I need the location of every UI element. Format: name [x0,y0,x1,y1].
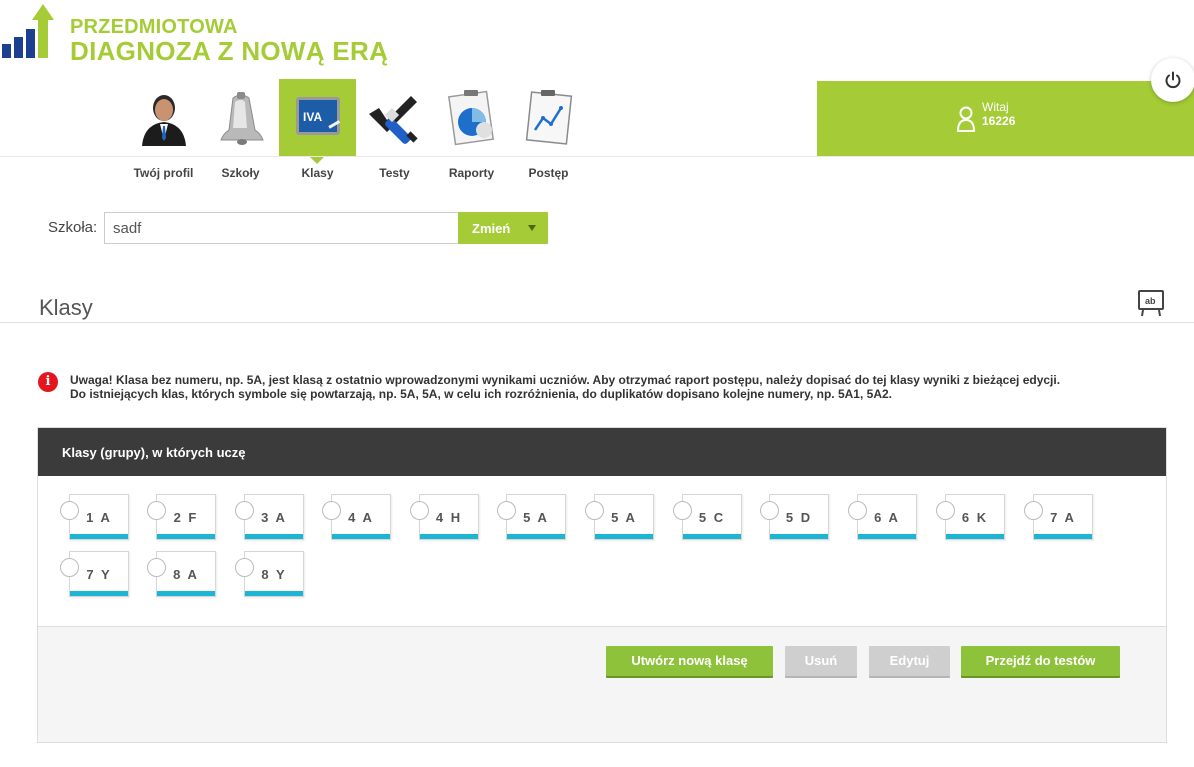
nav-item-reports[interactable]: Raporty [433,79,510,189]
class-tiles-area: 1 A 2 F 3 A 4 A 4 H 5 A 5 A 5 C 5 D 6 A … [38,476,1166,627]
class-tile[interactable]: 2 F [147,494,216,540]
progress-chart-icon [525,89,572,145]
active-nav-caret [309,156,325,164]
go-to-tests-button[interactable]: Przejdź do testów [961,646,1120,676]
class-tile[interactable]: 5 C [673,494,742,540]
edit-class-button[interactable]: Edytuj [869,646,950,676]
logo-line1: PRZEDMIOTOWA [70,16,238,38]
app-root: PRZEDMIOTOWA DIAGNOZA Z NOWĄ ERĄ Twój pr… [0,0,1194,767]
class-tile[interactable]: 5 D [760,494,829,540]
class-tile[interactable]: 4 H [410,494,479,540]
create-class-button[interactable]: Utwórz nową klasę [606,646,773,676]
nav-label-tests: Testy [379,166,410,180]
class-label: 4 H [435,510,463,525]
class-label: 3 A [261,510,287,525]
nav-item-classes[interactable]: IVA Klasy [279,79,356,189]
class-tile[interactable]: 5 A [497,494,566,540]
class-tile[interactable]: 6 A [848,494,917,540]
class-label: 5 C [698,510,726,525]
welcome-text: Witaj 16226 [982,100,1015,128]
class-tile[interactable]: 5 A [585,494,654,540]
class-label: 1 A [86,510,112,525]
user-icon [956,106,976,132]
nav-divider [0,156,1194,157]
class-tile[interactable]: 7 A [1024,494,1093,540]
class-board-icon: IVA [295,96,340,135]
welcome-box: Witaj 16226 [817,81,1194,156]
whiteboard-icon[interactable]: ab [1137,289,1165,317]
nav-label-reports: Raporty [448,166,495,180]
warning-line2: Do istniejących klas, których symbole si… [70,387,892,401]
class-tile[interactable]: 3 A [235,494,304,540]
class-label: 2 F [173,510,199,525]
nav-label-progress: Postęp [528,166,569,180]
svg-text:IVA: IVA [303,110,322,124]
class-label: 5 A [523,510,549,525]
welcome-user-id: 16226 [982,114,1016,128]
class-label: 8 Y [261,567,287,582]
logo-line2: DIAGNOZA Z NOWĄ ERĄ [70,36,389,66]
class-tile[interactable]: 7 Y [60,551,129,597]
page-title: Klasy [39,295,93,320]
change-school-button[interactable]: Zmień [458,212,548,244]
nav-label-classes: Klasy [301,166,334,180]
logout-button[interactable] [1151,58,1194,102]
nav-item-tests[interactable]: Testy [356,79,433,189]
logo-graph-icon [2,4,54,58]
class-label: 5 D [785,510,813,525]
class-label: 8 A [173,567,199,582]
power-icon [1165,71,1181,89]
nav-label-schools: Szkoły [221,166,260,180]
title-divider [0,322,1194,323]
class-label: 6 K [961,510,989,525]
profile-person-icon [141,94,186,146]
school-label: Szkoła: [48,219,98,236]
nav-item-profile[interactable]: Twój profil [125,79,202,189]
class-label: 5 A [611,510,637,525]
chevron-down-icon [528,225,536,231]
warning-line1: Uwaga! Klasa bez numeru, np. 5A, jest kl… [70,373,1061,387]
info-alert-icon: i [38,372,58,392]
delete-class-button[interactable]: Usuń [785,646,857,676]
panel-title: Klasy (grupy), w których uczę [38,428,1166,476]
nav-item-schools[interactable]: Szkoły [202,79,279,189]
change-school-label: Zmień [472,220,511,236]
classes-panel: Klasy (grupy), w których uczę 1 A 2 F 3 … [37,427,1167,743]
class-tile[interactable]: 6 K [936,494,1005,540]
class-tile[interactable]: 8 Y [235,551,304,597]
check-pen-icon [368,95,418,144]
class-label: 4 A [348,510,374,525]
class-label: 6 A [874,510,900,525]
svg-text:ab: ab [1145,296,1156,306]
nav-item-progress[interactable]: Postęp [510,79,587,189]
logo[interactable]: PRZEDMIOTOWA DIAGNOZA Z NOWĄ ERĄ [0,4,400,66]
class-tile[interactable]: 4 A [322,494,391,540]
class-tile[interactable]: 1 A [60,494,129,540]
welcome-greeting: Witaj [982,100,1009,114]
warning-message: Uwaga! Klasa bez numeru, np. 5A, jest kl… [70,373,1170,401]
report-chart-icon [447,89,494,145]
school-input[interactable] [104,212,459,244]
class-label: 7 Y [86,567,112,582]
nav-label-profile: Twój profil [133,166,194,180]
main-nav: Twój profil Szkoły IVA Klasy Testy Rapor… [125,79,587,189]
class-tile[interactable]: 8 A [147,551,216,597]
class-label: 7 A [1050,510,1076,525]
bell-icon [219,91,264,145]
